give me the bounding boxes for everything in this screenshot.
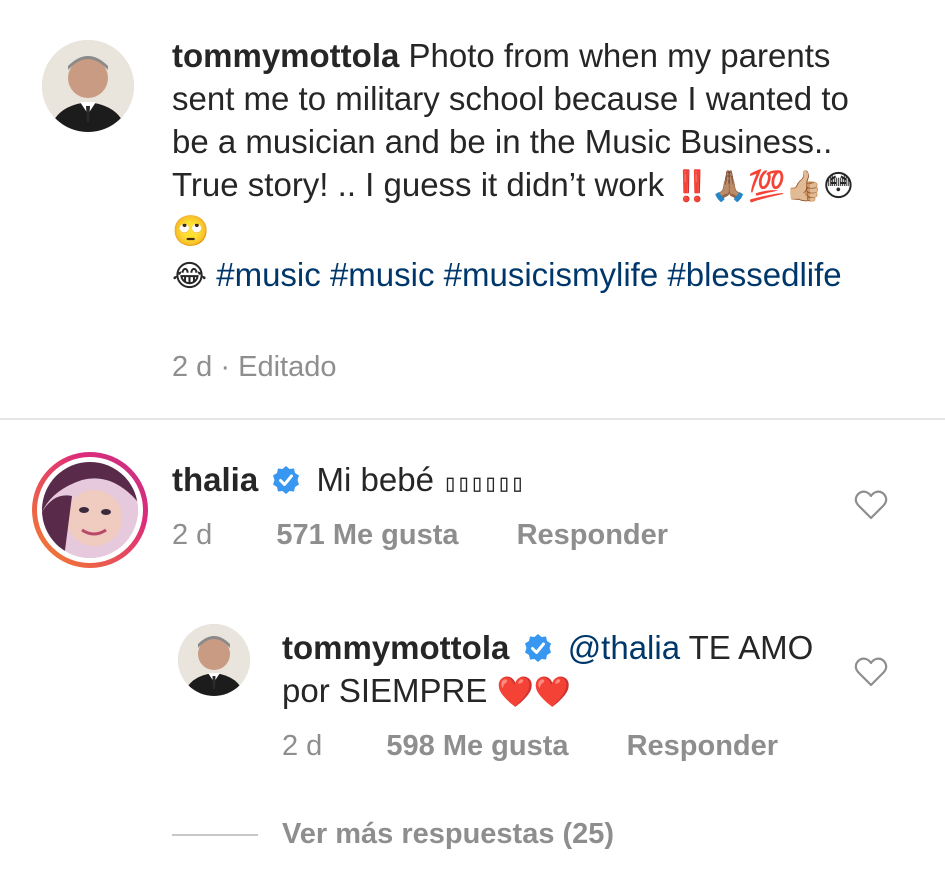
comment-body: thalia Mi bebé ▯▯▯▯▯▯ bbox=[172, 458, 525, 505]
comment-text-tail: ▯▯▯▯▯▯ bbox=[443, 469, 525, 497]
section-divider bbox=[0, 418, 945, 420]
avatar-image bbox=[42, 462, 138, 558]
post-caption: tommymottola Photo from when my parents … bbox=[172, 34, 872, 298]
caption-time: 2 d bbox=[172, 351, 213, 383]
avatar-image bbox=[178, 624, 250, 696]
comment-avatar bbox=[42, 462, 138, 558]
reply-avatar[interactable] bbox=[178, 624, 250, 696]
reply-hearts: ❤️❤️ bbox=[496, 675, 572, 710]
reply-body: tommymottola @thalia TE AMO por SIEMPRE … bbox=[282, 626, 842, 714]
comment-reply-button[interactable]: Responder bbox=[517, 519, 668, 551]
reply-time: 2 d bbox=[282, 730, 323, 762]
comment-time: 2 d bbox=[172, 519, 213, 551]
heart-outline-icon[interactable] bbox=[854, 656, 888, 688]
hashtag-link[interactable]: #music bbox=[216, 256, 321, 293]
heart-outline-icon[interactable] bbox=[854, 489, 888, 521]
comment-username[interactable]: thalia bbox=[172, 461, 258, 498]
avatar-image bbox=[42, 40, 134, 132]
verified-badge-icon bbox=[273, 466, 300, 494]
comment-text: Mi bebé bbox=[316, 461, 444, 498]
mention-link[interactable]: @thalia bbox=[568, 629, 680, 666]
reply-meta: 2 d 598 Me gusta Responder bbox=[282, 730, 778, 763]
hashtag-link[interactable]: #music bbox=[330, 256, 435, 293]
caption-username[interactable]: tommymottola bbox=[172, 37, 399, 74]
caption-emoji-lead: 😂 bbox=[172, 259, 208, 294]
caption-avatar[interactable] bbox=[42, 40, 134, 132]
more-replies-line bbox=[172, 834, 258, 836]
comment-meta: 2 d 571 Me gusta Responder bbox=[172, 519, 668, 552]
meta-separator: · bbox=[220, 351, 231, 383]
reply-likes[interactable]: 598 Me gusta bbox=[386, 730, 568, 762]
reply-username[interactable]: tommymottola bbox=[282, 629, 509, 666]
view-more-replies-button[interactable]: Ver más respuestas (25) bbox=[282, 818, 614, 851]
edited-label: Editado bbox=[238, 351, 337, 383]
comment-likes[interactable]: 571 Me gusta bbox=[276, 519, 458, 551]
story-ring[interactable] bbox=[32, 452, 148, 568]
hashtag-link[interactable]: #musicismylife bbox=[444, 256, 659, 293]
caption-meta: 2 d · Editado bbox=[172, 351, 336, 384]
verified-badge-icon bbox=[524, 634, 551, 662]
reply-reply-button[interactable]: Responder bbox=[627, 730, 778, 762]
hashtag-link[interactable]: #blessedlife bbox=[667, 256, 841, 293]
